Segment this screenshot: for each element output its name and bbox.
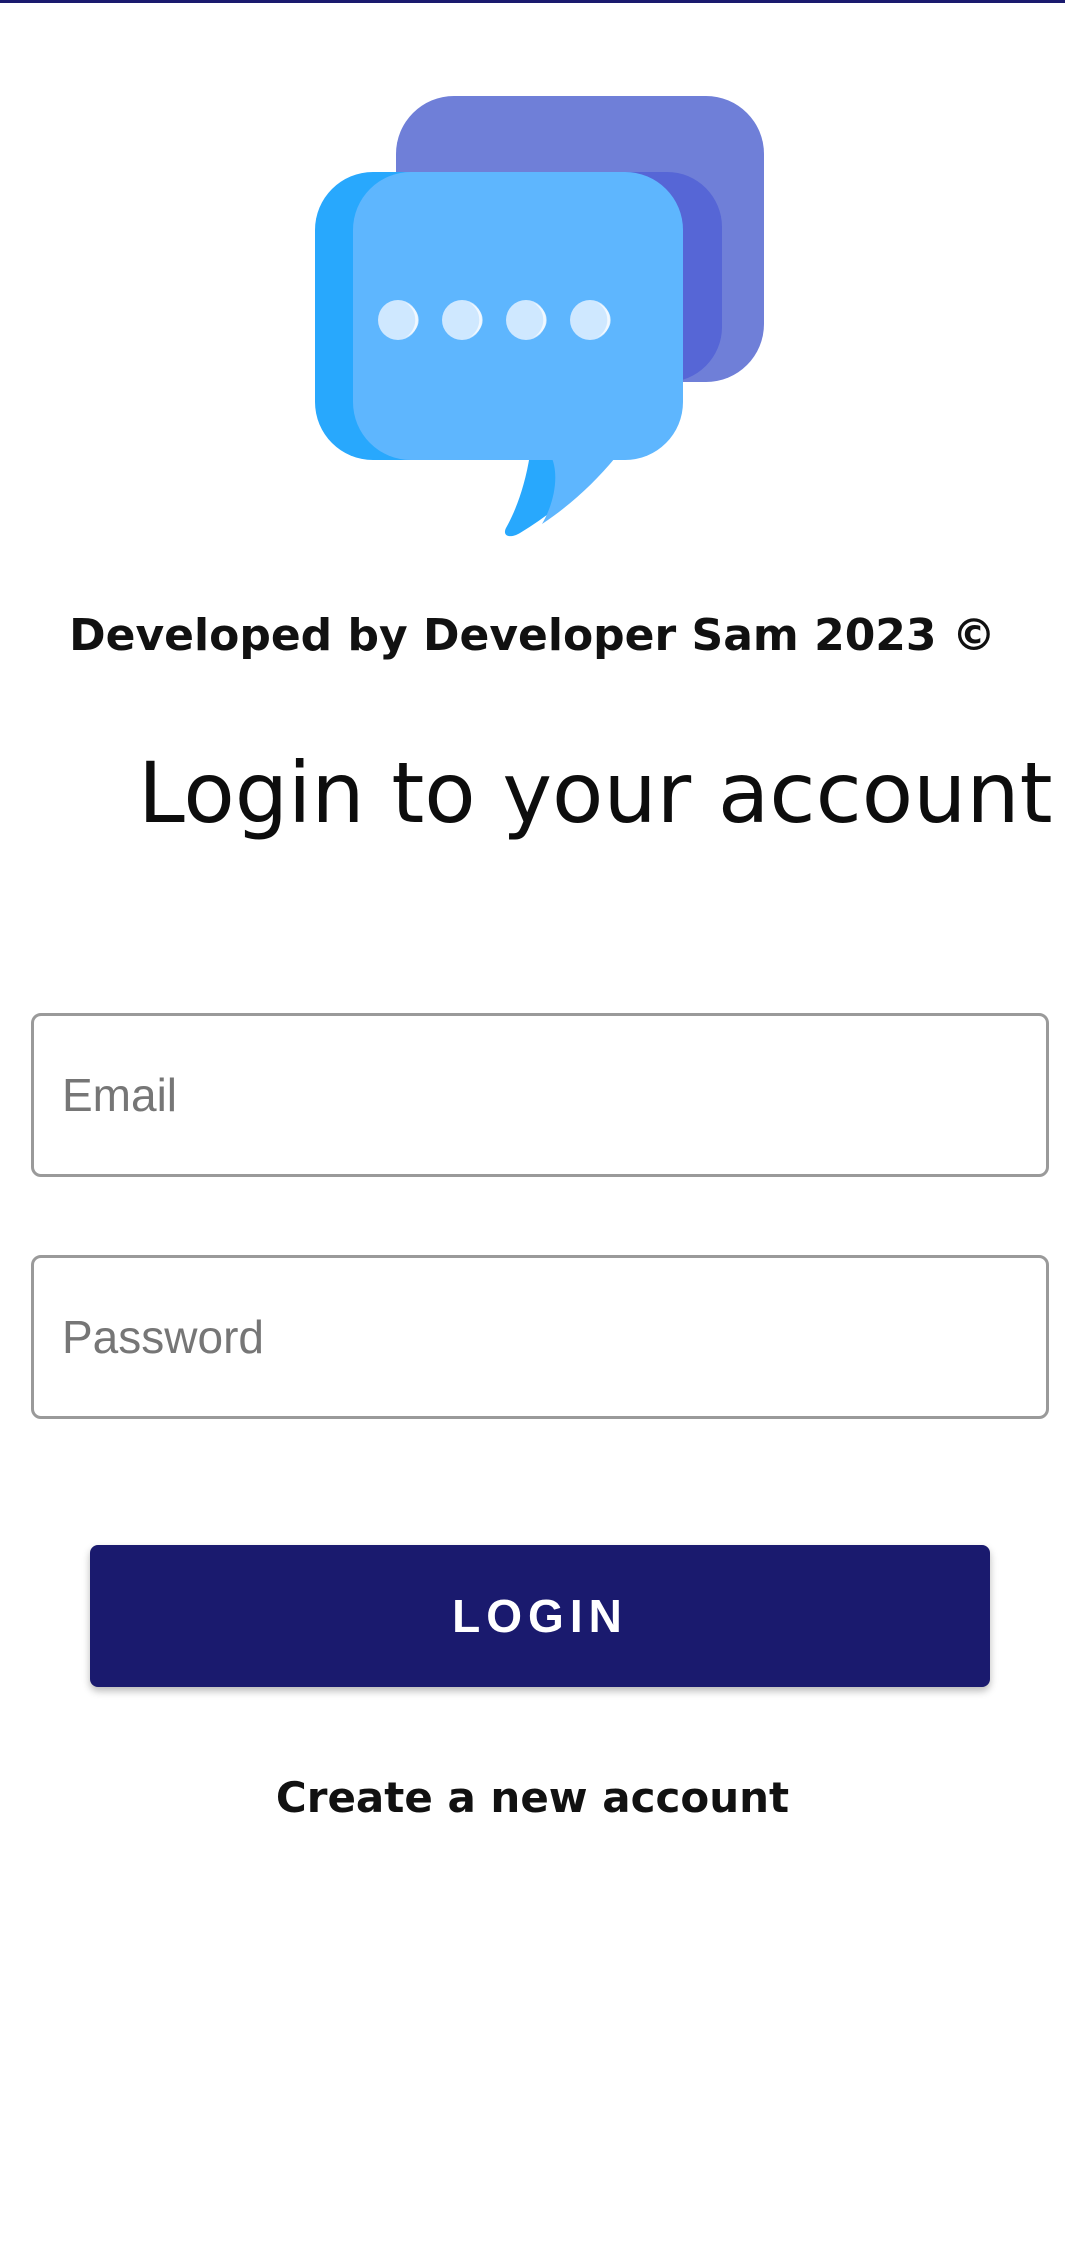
chat-bubbles-icon [315, 96, 764, 537]
password-field-container [31, 1255, 1049, 1419]
login-button[interactable]: LOGIN [90, 1545, 990, 1687]
page-title: Login to your account [138, 744, 1053, 842]
email-field-container [31, 1013, 1049, 1177]
top-accent-bar [0, 0, 1065, 3]
app-logo [310, 92, 770, 542]
developer-credit: Developed by Developer Sam 2023 © [69, 610, 996, 661]
password-field[interactable] [34, 1258, 1046, 1416]
email-field[interactable] [34, 1016, 1046, 1174]
create-account-link[interactable]: Create a new account [0, 1770, 1065, 1826]
